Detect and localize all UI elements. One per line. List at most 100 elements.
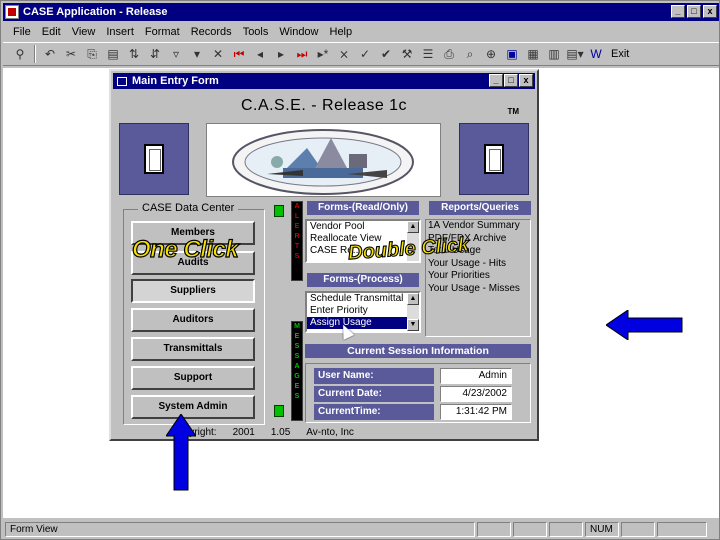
properties-icon[interactable]: ☰ xyxy=(419,45,437,63)
database-window-icon[interactable]: ▣ xyxy=(503,45,521,63)
session-row: CurrentTime: 1:31:42 PM xyxy=(314,404,526,420)
list-item[interactable]: Your Priorities xyxy=(426,270,530,283)
suppliers-button[interactable]: Suppliers xyxy=(131,279,255,303)
current-date-label: Current Date: xyxy=(314,386,434,402)
list-item[interactable]: Schedule Transmittal xyxy=(307,293,419,305)
menu-file[interactable]: File xyxy=(13,26,31,38)
zoom-icon[interactable]: ⊕ xyxy=(482,45,500,63)
support-button[interactable]: Support xyxy=(131,366,255,390)
toolbar: ⚲ ↶ ✂ ⎘ ▤ ⇅ ⇵ ▿ ▾ ✕ ⏮ ◂ ▸ ⏭ ▸* ⨯ ✓ ✔ ⚒ ☰… xyxy=(3,42,719,66)
forms-process-header: Forms-(Process) xyxy=(307,273,419,287)
last-record-icon[interactable]: ⏭ xyxy=(293,45,311,63)
next-record-icon[interactable]: ▸ xyxy=(272,45,290,63)
list-item[interactable]: Enter Priority xyxy=(307,305,419,317)
trademark: TM xyxy=(507,107,519,116)
alerts-letter: S xyxy=(294,253,300,260)
sort-descending-icon[interactable]: ⇵ xyxy=(146,45,164,63)
alerts-letter: T xyxy=(294,243,300,250)
form-title-bar[interactable]: Main Entry Form _ □ x xyxy=(113,73,535,89)
alerts-bar: A L E R T S xyxy=(291,201,303,281)
new-object-icon[interactable]: ▤▾ xyxy=(566,45,584,63)
footer-copyright: Copyright: 2001 1.05 Av-nto, Inc xyxy=(171,427,471,438)
undo-icon[interactable]: ↶ xyxy=(41,45,59,63)
list-item[interactable]: 1A Vendor Summary xyxy=(426,220,530,233)
new-record-icon[interactable]: ▸* xyxy=(314,45,332,63)
list-item[interactable]: Your Usage - Hits xyxy=(426,258,530,271)
menu-help[interactable]: Help xyxy=(330,26,353,38)
messages-letter: S xyxy=(294,393,300,400)
messages-status-lamp xyxy=(274,405,284,417)
close-button[interactable]: x xyxy=(703,5,717,18)
remove-filter-icon[interactable]: ✕ xyxy=(209,45,227,63)
copy-icon[interactable]: ⎘ xyxy=(83,45,101,63)
session-row: Current Date: 4/23/2002 xyxy=(314,386,526,402)
spell-check-icon[interactable]: ✔ xyxy=(377,45,395,63)
menu-insert[interactable]: Insert xyxy=(106,26,134,38)
auditors-button[interactable]: Auditors xyxy=(131,308,255,332)
office-links-icon[interactable]: W xyxy=(587,45,605,63)
form-close-button[interactable]: x xyxy=(519,74,533,87)
form-maximize-button[interactable]: □ xyxy=(504,74,518,87)
menu-records[interactable]: Records xyxy=(191,26,232,38)
messages-letter: E xyxy=(294,383,300,390)
forms-process-list[interactable]: Schedule Transmittal Enter Priority Assi… xyxy=(305,291,421,333)
messages-letter: S xyxy=(294,353,300,360)
one-click-annotation: One Click xyxy=(131,235,239,263)
scroll-down-icon[interactable]: ▼ xyxy=(407,319,419,331)
transmittals-button[interactable]: Transmittals xyxy=(131,337,255,361)
alerts-letter: L xyxy=(294,213,300,220)
current-time-label: CurrentTime: xyxy=(314,404,434,420)
copyright-year: 2001 xyxy=(232,427,255,438)
list-item[interactable]: Vendor Pool xyxy=(307,221,419,233)
scroll-up-icon[interactable]: ▲ xyxy=(407,221,419,233)
status-mode: Form View xyxy=(5,522,475,537)
list-item[interactable]: Your Usage - Misses xyxy=(426,283,530,296)
menu-edit[interactable]: Edit xyxy=(42,26,61,38)
app-title-bar[interactable]: CASE Application - Release _ □ x xyxy=(3,3,719,21)
spelling-icon[interactable]: ✓ xyxy=(356,45,374,63)
print-icon[interactable]: ⎙ xyxy=(440,45,458,63)
form-view-icon[interactable]: ▦ xyxy=(524,45,542,63)
scrollbar[interactable]: ▲ ▼ xyxy=(407,293,419,331)
toolbar-separator xyxy=(34,45,36,63)
filter-by-selection-icon[interactable]: ▿ xyxy=(167,45,185,63)
menu-tools[interactable]: Tools xyxy=(243,26,269,38)
version-number: 1.05 xyxy=(270,427,291,438)
cut-icon[interactable]: ✂ xyxy=(62,45,80,63)
delete-record-icon[interactable]: ⨯ xyxy=(335,45,353,63)
session-info-panel: User Name: Admin Current Date: 4/23/2002… xyxy=(305,363,531,423)
user-name-label: User Name: xyxy=(314,368,434,384)
tools-icon[interactable]: ⚒ xyxy=(398,45,416,63)
alerts-letter: A xyxy=(294,203,300,210)
datasheet-view-icon[interactable]: ▥ xyxy=(545,45,563,63)
right-door-panel xyxy=(459,123,529,195)
sort-ascending-icon[interactable]: ⇅ xyxy=(125,45,143,63)
form-minimize-button[interactable]: _ xyxy=(489,74,503,87)
print-preview-icon[interactable]: ⌕ xyxy=(461,45,479,63)
messages-letter: M xyxy=(294,323,300,330)
first-record-icon[interactable]: ⏮ xyxy=(230,45,248,63)
maximize-button[interactable]: □ xyxy=(687,5,701,18)
binoculars-icon[interactable]: ⚲ xyxy=(11,45,29,63)
messages-letter: E xyxy=(294,333,300,340)
forms-readonly-header: Forms-(Read/Only) xyxy=(307,201,419,215)
exit-button[interactable]: Exit xyxy=(608,45,632,63)
door-icon xyxy=(144,144,164,174)
status-panel xyxy=(549,522,583,537)
scroll-up-icon[interactable]: ▲ xyxy=(407,293,419,305)
minimize-button[interactable]: _ xyxy=(671,5,685,18)
filter-by-form-icon[interactable]: ▾ xyxy=(188,45,206,63)
app-title: CASE Application - Release xyxy=(23,6,168,18)
access-app-icon xyxy=(5,5,19,19)
previous-record-icon[interactable]: ◂ xyxy=(251,45,269,63)
data-center-title: CASE Data Center xyxy=(138,202,239,214)
left-door-panel xyxy=(119,123,189,195)
paste-icon[interactable]: ▤ xyxy=(104,45,122,63)
status-panel xyxy=(513,522,547,537)
list-item-selected[interactable]: Assign Usage xyxy=(307,317,419,329)
messages-letter: S xyxy=(294,343,300,350)
menu-view[interactable]: View xyxy=(72,26,96,38)
menu-window[interactable]: Window xyxy=(279,26,318,38)
logo-image xyxy=(206,123,441,197)
menu-format[interactable]: Format xyxy=(145,26,180,38)
